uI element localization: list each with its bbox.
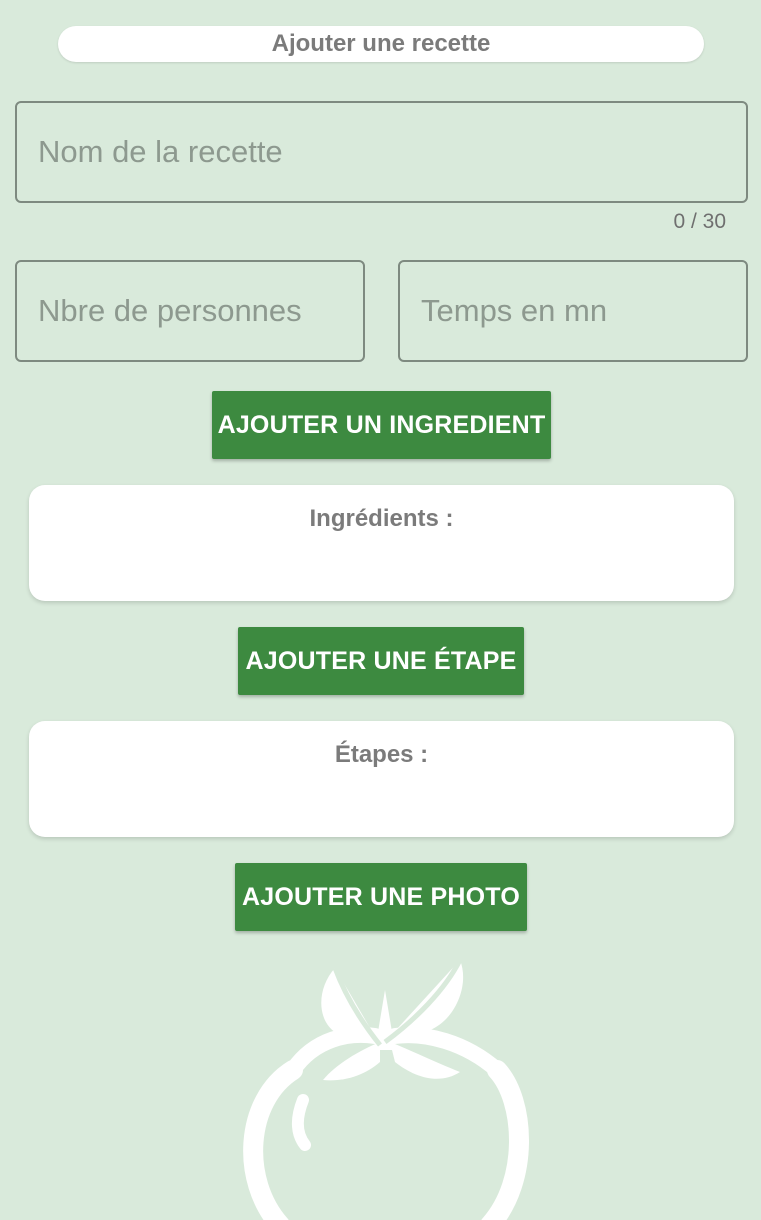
steps-card: Étapes : <box>29 721 734 837</box>
persons-count-field[interactable]: Nbre de personnes <box>15 260 365 362</box>
recipe-name-placeholder: Nom de la recette <box>38 134 283 169</box>
add-photo-button[interactable]: AJOUTER UNE PHOTO <box>235 863 527 931</box>
time-minutes-placeholder: Temps en mn <box>421 293 608 328</box>
recipe-name-field[interactable]: Nom de la recette <box>15 101 748 203</box>
persons-count-placeholder: Nbre de personnes <box>38 293 302 328</box>
steps-title: Étapes : <box>334 741 429 768</box>
recipe-name-counter: 0 / 30 <box>673 210 726 233</box>
tomato-icon <box>243 958 529 1220</box>
ingredients-title: Ingrédients : <box>309 505 454 532</box>
add-ingredient-button[interactable]: AJOUTER UN INGREDIENT <box>212 391 551 459</box>
page-title: Ajouter une recette <box>58 26 704 62</box>
add-step-button[interactable]: AJOUTER UNE ÉTAPE <box>238 627 524 695</box>
ingredients-card: Ingrédients : <box>29 485 734 601</box>
time-minutes-field[interactable]: Temps en mn <box>398 260 748 362</box>
